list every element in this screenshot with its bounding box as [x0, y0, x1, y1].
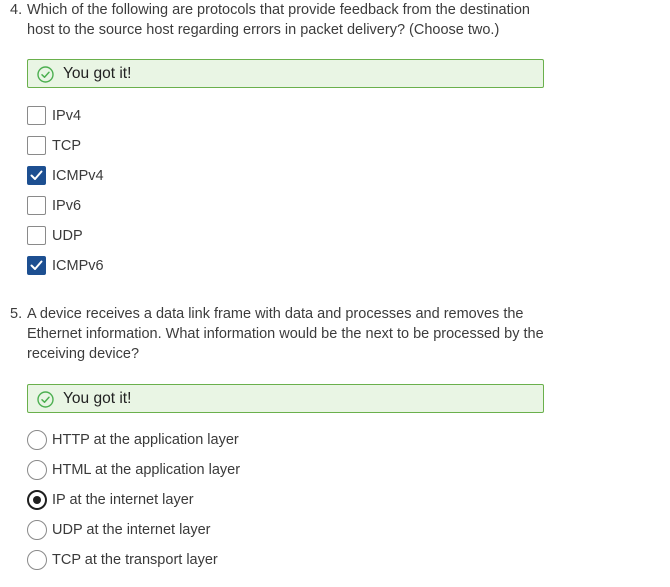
- radio-button-selected[interactable]: [27, 490, 47, 510]
- checkmark-icon: [30, 260, 43, 270]
- option-label: HTTP at the application layer: [52, 432, 239, 448]
- checkbox-checked[interactable]: [27, 166, 46, 185]
- question-prompt: A device receives a data link frame with…: [27, 306, 544, 362]
- checkbox[interactable]: [27, 226, 46, 245]
- option-label: ICMPv6: [52, 258, 104, 274]
- feedback-banner: You got it!: [27, 384, 544, 413]
- check-circle-icon: [37, 66, 54, 83]
- option-label: UDP at the internet layer: [52, 522, 211, 538]
- feedback-text: You got it!: [63, 65, 132, 82]
- checkmark-icon: [30, 170, 43, 180]
- option-label: ICMPv4: [52, 168, 104, 184]
- radio-button[interactable]: [27, 430, 47, 450]
- question-prompt: Which of the following are protocols tha…: [27, 2, 530, 38]
- option-label: UDP: [52, 228, 83, 244]
- question-4: 4. Which of the following are protocols …: [0, 0, 670, 275]
- radio-button[interactable]: [27, 550, 47, 570]
- checkbox-checked[interactable]: [27, 256, 46, 275]
- option-label: IPv4: [52, 108, 82, 124]
- radio-button[interactable]: [27, 520, 47, 540]
- radio-dot: [33, 496, 41, 504]
- feedback-banner: You got it!: [27, 59, 544, 88]
- question-5: 5. A device receives a data link frame w…: [0, 304, 670, 570]
- option-label: IP at the internet layer: [52, 492, 194, 508]
- feedback-text: You got it!: [63, 390, 132, 407]
- question-number: 4.: [10, 2, 23, 18]
- check-circle-icon: [37, 391, 54, 408]
- radio-button[interactable]: [27, 460, 47, 480]
- option-label: IPv6: [52, 198, 82, 214]
- question-number: 5.: [10, 306, 23, 322]
- question-text: 5. A device receives a data link frame w…: [0, 304, 557, 364]
- option-label: TCP: [52, 138, 81, 154]
- checkbox[interactable]: [27, 106, 46, 125]
- checkbox[interactable]: [27, 196, 46, 215]
- question-text: 4. Which of the following are protocols …: [0, 0, 557, 40]
- option-label: TCP at the transport layer: [52, 552, 218, 568]
- checkbox[interactable]: [27, 136, 46, 155]
- option-label: HTML at the application layer: [52, 462, 241, 478]
